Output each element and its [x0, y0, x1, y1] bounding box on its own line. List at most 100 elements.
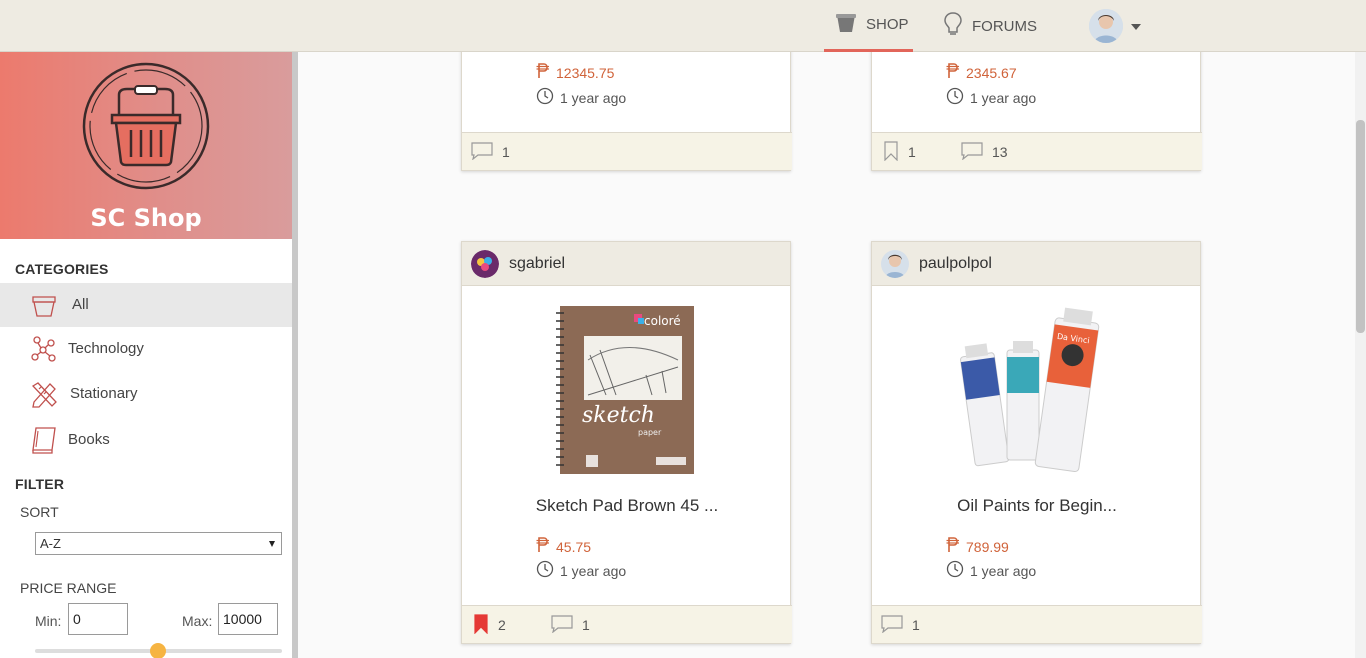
sort-select-value: A-Z — [40, 536, 61, 551]
seller-avatar[interactable] — [471, 249, 499, 278]
product-card[interactable]: sgabriel coloré sketch paper Sketch Pad … — [461, 241, 792, 644]
main-scrollbar-thumb[interactable] — [1356, 120, 1365, 333]
product-image[interactable]: Da Vinci — [949, 305, 1123, 481]
product-card[interactable]: paulpolpol Da Vinci Oil Paints for Begin… — [871, 241, 1202, 644]
nav-forums[interactable]: FORUMS — [940, 0, 1037, 52]
time-value: 1 year ago — [970, 562, 1037, 579]
category-technology-label: Technology — [68, 340, 144, 357]
seller-username[interactable]: sgabriel — [509, 255, 565, 273]
comment-icon — [881, 614, 903, 636]
max-price-input[interactable]: 10000 — [218, 603, 278, 635]
comment-icon — [471, 141, 493, 163]
nav-shop-label: SHOP — [866, 16, 909, 33]
user-avatar[interactable] — [1089, 9, 1123, 43]
shop-basket-logo-icon — [79, 59, 213, 198]
product-image-brand: coloré — [644, 314, 681, 328]
comments-button[interactable]: 13 — [961, 133, 1008, 171]
clock-icon — [536, 560, 554, 581]
sort-select[interactable]: A-Z — [35, 532, 282, 555]
price-row: 789.99 — [946, 537, 1009, 556]
card-header: sgabriel — [462, 242, 790, 286]
product-image-text: sketch — [582, 403, 655, 428]
book-icon — [30, 426, 58, 458]
bookmark-count: 1 — [908, 144, 916, 160]
bookmark-button[interactable]: 1 — [883, 133, 916, 171]
time-row: 1 year ago — [536, 87, 626, 108]
peso-icon — [946, 63, 960, 82]
bookmark-button[interactable]: 2 — [473, 606, 506, 644]
seller-avatar[interactable] — [881, 249, 909, 278]
price-value: 45.75 — [556, 538, 592, 555]
price-row: 45.75 — [536, 537, 591, 556]
category-stationary-label: Stationary — [70, 385, 138, 402]
category-books-label: Books — [68, 431, 110, 448]
filter-title: FILTER — [15, 476, 65, 492]
clock-icon — [946, 560, 964, 581]
product-image-subtext: paper — [638, 428, 662, 437]
category-technology[interactable]: Technology — [0, 327, 292, 371]
nav-shop[interactable]: SHOP — [824, 0, 913, 52]
category-all-label: All — [72, 296, 89, 313]
sidebar-scrollbar[interactable] — [292, 52, 298, 658]
brand-header: SC Shop — [0, 52, 292, 239]
lightbulb-icon — [942, 11, 964, 41]
category-books[interactable]: Books — [0, 418, 292, 462]
comment-count: 1 — [912, 617, 920, 633]
category-stationary[interactable]: Stationary — [0, 372, 292, 416]
min-label: Min: — [35, 613, 62, 629]
dropdown-arrow-icon — [269, 541, 275, 547]
comments-button[interactable]: 1 — [471, 133, 510, 171]
product-title[interactable]: Oil Paints for Begin... — [872, 496, 1202, 516]
card-footer: 1 — [872, 605, 1202, 643]
comment-count: 1 — [502, 144, 510, 160]
card-header: paulpolpol — [872, 242, 1200, 286]
comments-button[interactable]: 1 — [881, 606, 920, 644]
circuit-icon — [30, 335, 58, 367]
brand-name: SC Shop — [90, 204, 202, 232]
card-footer: 1 13 — [872, 132, 1202, 170]
comment-icon — [961, 141, 983, 163]
card-footer: 2 1 — [462, 605, 792, 643]
price-row: 2345.67 — [946, 63, 1017, 82]
sidebar: SC Shop CATEGORIES All Technology Statio… — [0, 52, 292, 658]
comment-count: 13 — [992, 144, 1008, 160]
categories-title: CATEGORIES — [15, 261, 109, 277]
price-slider-thumb[interactable] — [150, 643, 166, 658]
time-value: 1 year ago — [560, 562, 627, 579]
peso-icon — [536, 537, 550, 556]
user-menu-caret-icon[interactable] — [1131, 24, 1141, 30]
card-footer: 1 — [462, 132, 792, 170]
max-label: Max: — [182, 613, 213, 629]
peso-icon — [946, 537, 960, 556]
time-row: 1 year ago — [536, 560, 626, 581]
bookmark-filled-icon — [473, 613, 489, 637]
time-value: 1 year ago — [560, 89, 627, 106]
shop-basket-icon — [834, 11, 858, 39]
nav-forums-label: FORUMS — [972, 17, 1037, 35]
comments-button[interactable]: 1 — [551, 606, 590, 644]
peso-icon — [536, 63, 550, 82]
time-value: 1 year ago — [970, 89, 1037, 106]
clock-icon — [536, 87, 554, 108]
comment-icon — [551, 614, 573, 636]
seller-username[interactable]: paulpolpol — [919, 255, 992, 273]
price-value: 789.99 — [966, 538, 1009, 555]
basket-icon — [30, 291, 58, 323]
time-row: 1 year ago — [946, 87, 1036, 108]
bookmark-count: 2 — [498, 617, 506, 633]
top-navbar: SHOP FORUMS — [0, 0, 1366, 52]
min-price-input[interactable]: 0 — [68, 603, 128, 635]
product-title[interactable]: Sketch Pad Brown 45 ... — [462, 496, 792, 516]
price-value: 12345.75 — [556, 64, 615, 81]
product-image[interactable]: coloré sketch paper — [556, 305, 696, 481]
price-range-title: PRICE RANGE — [20, 580, 117, 596]
comment-count: 1 — [582, 617, 590, 633]
clock-icon — [946, 87, 964, 108]
product-card[interactable]: 2345.67 1 year ago 1 13 — [871, 40, 1202, 171]
pencil-ruler-icon — [30, 380, 58, 412]
price-row: 12345.75 — [536, 63, 614, 82]
category-all[interactable]: All — [0, 283, 292, 327]
time-row: 1 year ago — [946, 560, 1036, 581]
bookmark-icon — [883, 140, 899, 164]
product-card[interactable]: 12345.75 1 year ago 1 — [461, 40, 792, 171]
